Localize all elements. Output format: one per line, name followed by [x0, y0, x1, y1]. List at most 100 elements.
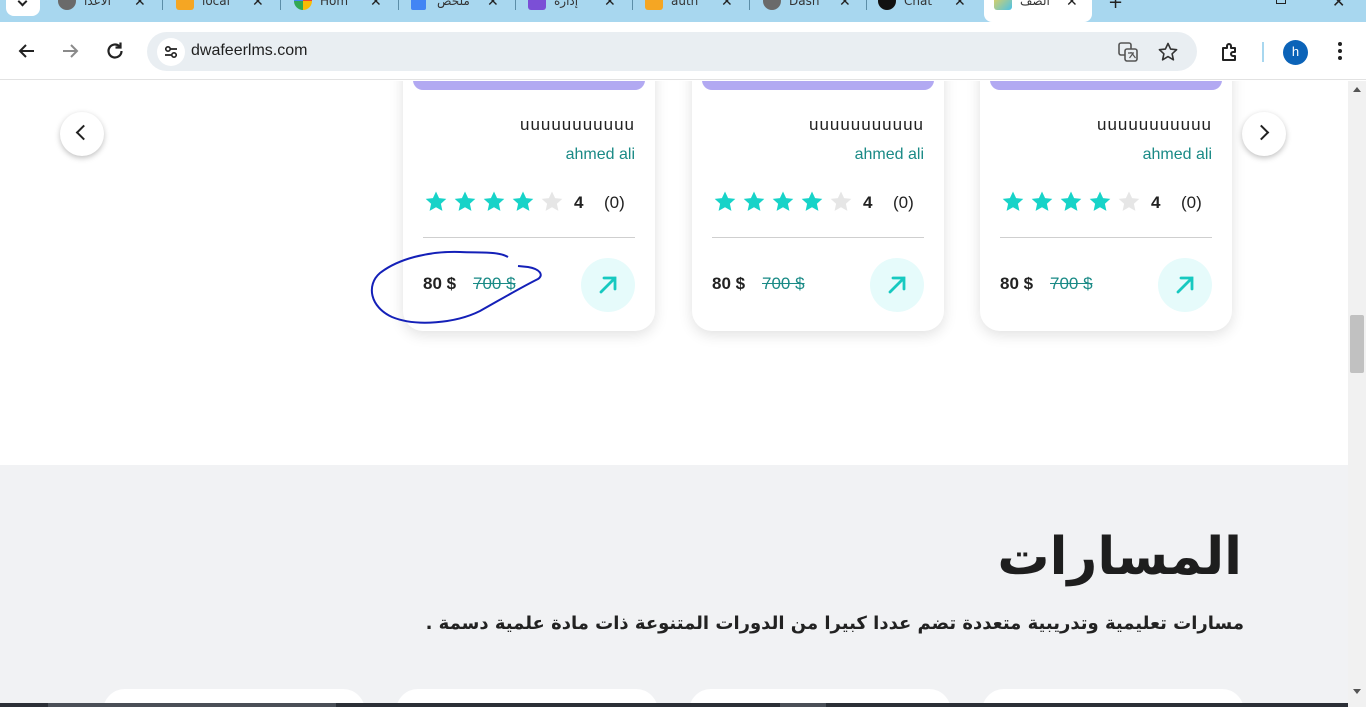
puzzle-icon	[1222, 43, 1236, 61]
tune-icon	[165, 46, 178, 59]
tab-1[interactable]: local ✕	[176, 0, 272, 22]
url-text[interactable]: dwafeerlms.com	[191, 42, 307, 60]
arrow-up-right-icon	[1176, 276, 1194, 294]
chevron-down-icon	[17, 0, 28, 7]
tab-2[interactable]: Hom ✕	[294, 0, 390, 22]
course-title[interactable]: uuuuuuuuuuu	[520, 115, 635, 135]
profile-avatar[interactable]: h	[1283, 40, 1308, 65]
star-filled-icon	[772, 191, 794, 211]
tab-search-button[interactable]	[6, 0, 40, 16]
close-icon[interactable]: ✕	[252, 0, 264, 10]
translate-icon[interactable]	[1117, 41, 1139, 63]
forward-button[interactable]	[58, 39, 82, 63]
star-empty-icon	[830, 191, 852, 211]
scroll-down-arrow-icon[interactable]	[1353, 689, 1361, 694]
tab-separator	[632, 0, 633, 10]
address-bar[interactable]: dwafeerlms.com	[147, 32, 1197, 71]
close-icon[interactable]: ✕	[134, 0, 146, 10]
open-course-button[interactable]	[581, 258, 635, 312]
close-icon[interactable]: ✕	[721, 0, 733, 10]
rating-value: 4	[863, 193, 873, 212]
course-thumbnail[interactable]	[702, 81, 934, 90]
review-count: (0)	[604, 193, 625, 212]
open-course-button[interactable]	[870, 258, 924, 312]
scroll-thumb[interactable]	[1350, 315, 1364, 373]
course-instructor[interactable]: ahmed ali	[855, 146, 924, 164]
browser-window: الأعدا ✕ local ✕ Hom ✕ ملخص ✕ إدارة ✕ au…	[0, 0, 1366, 707]
globe-icon	[763, 0, 781, 10]
extensions-button[interactable]	[1218, 40, 1242, 64]
arrow-right-icon	[63, 44, 79, 58]
close-icon[interactable]: ✕	[604, 0, 616, 10]
tab-7[interactable]: Chat ✕	[878, 0, 974, 22]
course-instructor[interactable]: ahmed ali	[1143, 146, 1212, 164]
back-button[interactable]	[15, 39, 39, 63]
tab-3[interactable]: ملخص ✕	[411, 0, 507, 22]
close-icon[interactable]: ✕	[370, 0, 382, 10]
tab-title: auth	[671, 0, 699, 8]
course-price: 80 $	[1000, 274, 1034, 293]
page-viewport: uuuuuuuuuuu ahmed ali 4 (0) 80 $ 700 $ u…	[0, 81, 1348, 707]
tab-4[interactable]: إدارة ✕	[528, 0, 624, 22]
tab-5[interactable]: auth ✕	[645, 0, 741, 22]
tab-6[interactable]: Dash ✕	[763, 0, 859, 22]
docs-icon	[411, 0, 426, 10]
close-icon[interactable]: ✕	[1066, 0, 1078, 10]
tab-title: إدارة	[554, 0, 579, 8]
tab-8-active[interactable]: الصف ✕	[984, 0, 1092, 22]
site-info-button[interactable]	[157, 38, 185, 66]
phpmyadmin-icon	[645, 0, 663, 10]
carousel-next-button[interactable]	[1242, 112, 1286, 156]
rating-value: 4	[1151, 193, 1161, 212]
course-instructor[interactable]: ahmed ali	[566, 146, 635, 164]
course-card[interactable]: uuuuuuuuuuu ahmed ali 4 (0) 80 $ 700 $	[980, 81, 1232, 331]
arrow-up-right-icon	[888, 276, 906, 294]
new-tab-button[interactable]: +	[1108, 0, 1123, 13]
course-title[interactable]: uuuuuuuuuuu	[1097, 115, 1212, 135]
course-title[interactable]: uuuuuuuuuuu	[809, 115, 924, 135]
phpmyadmin-icon	[176, 0, 194, 10]
store-icon	[528, 0, 546, 10]
taskbar-segment	[780, 703, 826, 707]
arrow-left-icon	[18, 44, 34, 58]
card-divider	[1000, 237, 1212, 238]
review-count: (0)	[1181, 193, 1202, 212]
browser-menu-button[interactable]	[1336, 40, 1344, 64]
star-empty-icon	[1118, 191, 1140, 211]
reload-button[interactable]	[103, 39, 127, 63]
review-count: (0)	[893, 193, 914, 212]
carousel-prev-button[interactable]	[60, 112, 104, 156]
close-icon[interactable]: ✕	[839, 0, 851, 10]
taskbar-segment	[48, 703, 336, 707]
star-filled-icon	[714, 191, 736, 211]
tab-title: Chat	[904, 0, 933, 8]
star-filled-icon	[801, 191, 823, 211]
star-rating	[423, 190, 563, 216]
open-course-button[interactable]	[1158, 258, 1212, 312]
openai-icon	[878, 0, 896, 10]
star-filled-icon	[512, 191, 534, 211]
tab-separator	[866, 0, 867, 10]
star-filled-icon	[425, 191, 447, 211]
restore-window-icon[interactable]	[1276, 0, 1286, 4]
course-price: 80 $	[712, 274, 746, 293]
scroll-up-arrow-icon[interactable]	[1353, 87, 1361, 92]
star-rating	[712, 190, 852, 216]
globe-icon	[58, 0, 76, 10]
bookmark-star-icon[interactable]	[1157, 41, 1179, 63]
google-photos-icon	[294, 0, 312, 10]
course-thumbnail[interactable]	[990, 81, 1222, 90]
paths-heading: المسارات	[997, 527, 1242, 587]
card-divider	[712, 237, 924, 238]
course-card[interactable]: uuuuuuuuuuu ahmed ali 4 (0) 80 $ 700 $	[692, 81, 944, 331]
close-icon[interactable]: ✕	[487, 0, 499, 10]
close-icon[interactable]: ✕	[954, 0, 966, 10]
star-filled-icon	[1089, 191, 1111, 211]
tab-title: Hom	[320, 0, 349, 8]
page-scrollbar[interactable]	[1348, 81, 1366, 707]
window-close-icon[interactable]: ✕	[1332, 0, 1345, 11]
star-filled-icon	[483, 191, 505, 211]
course-card[interactable]: uuuuuuuuuuu ahmed ali 4 (0) 80 $ 700 $	[403, 81, 655, 331]
course-thumbnail[interactable]	[413, 81, 645, 90]
tab-0[interactable]: الأعدا ✕	[58, 0, 154, 22]
